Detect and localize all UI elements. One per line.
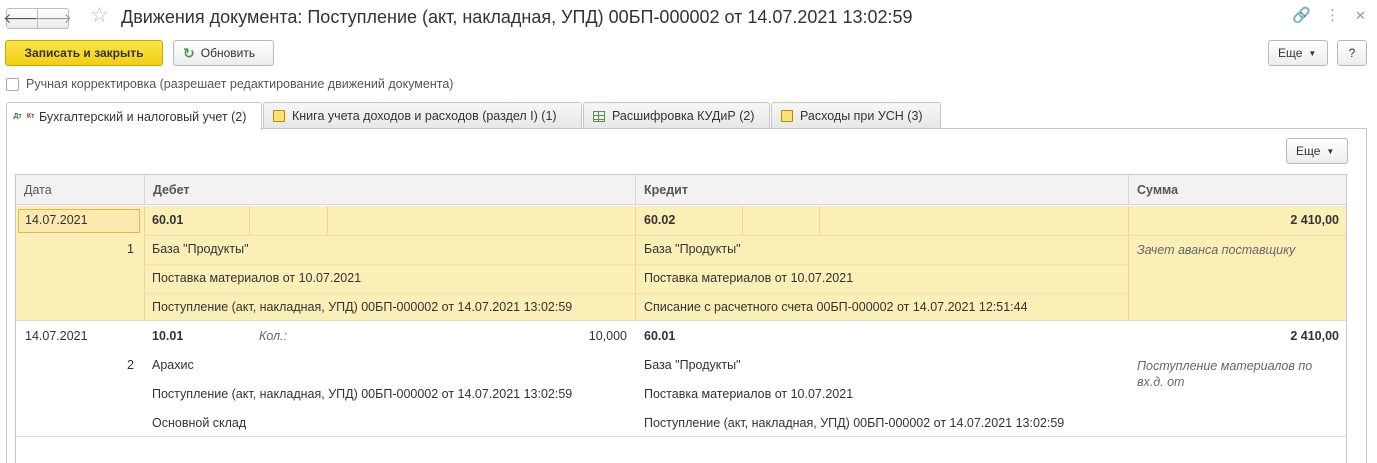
debit-qty: 10,000	[588, 329, 627, 343]
credit-subconto-2: Поставка материалов от 10.07.2021	[644, 271, 854, 285]
link-icon[interactable]: 🔗	[1292, 7, 1311, 25]
window-title: Движения документа: Поступление (акт, на…	[121, 7, 913, 27]
debit-subconto-1: База "Продукты"	[152, 242, 249, 256]
debit-account: 10.01	[152, 329, 184, 343]
manual-correction-checkbox[interactable]	[6, 77, 19, 91]
register-icon	[273, 110, 285, 122]
debit-subconto-2: Поставка материалов от 10.07.2021	[152, 271, 362, 285]
more-menu-icon[interactable]: ⋮	[1325, 7, 1340, 25]
help-button[interactable]: ?	[1337, 40, 1367, 66]
credit-account: 60.02	[644, 213, 676, 227]
refresh-label: Обновить	[200, 46, 256, 60]
credit-subconto-2: Поставка материалов от 10.07.2021	[644, 387, 854, 401]
forward-button[interactable]: 🡒	[34, 8, 72, 29]
register-icon	[781, 110, 793, 122]
command-bar: Записать и закрыть ↻ Обновить Еще ▼ ?	[0, 40, 1377, 68]
column-credit[interactable]: Кредит	[635, 175, 1128, 205]
debit-subconto-2: Поступление (акт, накладная, УПД) 00БП-0…	[152, 387, 573, 401]
tab-kudir-details[interactable]: Расшифровка КУДиР (2)	[583, 102, 770, 129]
title-bar: 🡐 🡒 ☆ Движения документа: Поступление (а…	[0, 0, 1377, 36]
save-and-close-button[interactable]: Записать и закрыть	[5, 40, 163, 66]
grid-more-button[interactable]: Еще ▼	[1286, 138, 1348, 164]
debit-subconto-3: Поступление (акт, накладная, УПД) 00БП-0…	[152, 300, 573, 314]
manual-correction-row[interactable]: Ручная корректировка (разрешает редактир…	[6, 77, 453, 91]
favorite-star-icon[interactable]: ☆	[90, 5, 109, 27]
table-row[interactable]: 14.07.2021 1 60.01 База "Продукты" Поста…	[16, 206, 1346, 321]
table-icon	[593, 110, 605, 122]
more-label: Еще	[1296, 144, 1321, 158]
debit-subconto-1: Арахис	[152, 358, 194, 372]
table-row[interactable]: 14.07.2021 2 10.01 Кол.: 10,000 Арахис П…	[16, 322, 1346, 437]
tab-label: Расшифровка КУДиР (2)	[612, 109, 755, 123]
tab-label: Расходы при УСН (3)	[800, 109, 923, 123]
manual-correction-label: Ручная корректировка (разрешает редактир…	[26, 77, 454, 91]
row-amount: 2 410,00	[1290, 329, 1339, 343]
dt-kt-icon: Дт Кт	[13, 113, 35, 120]
column-amount[interactable]: Сумма	[1128, 175, 1346, 205]
debit-account: 60.01	[152, 213, 184, 227]
refresh-icon: ↻	[183, 44, 195, 61]
more-button[interactable]: Еще ▼	[1268, 40, 1328, 66]
row-number: 2	[127, 358, 134, 372]
tab-label: Бухгалтерский и налоговый учет (2)	[39, 109, 247, 124]
more-label: Еще	[1278, 46, 1303, 60]
column-date[interactable]: Дата	[16, 175, 144, 205]
credit-subconto-1: База "Продукты"	[644, 358, 741, 372]
debit-subconto-3: Основной склад	[152, 416, 247, 430]
tab-label: Книга учета доходов и расходов (раздел I…	[292, 109, 557, 123]
refresh-button[interactable]: ↻ Обновить	[173, 40, 274, 66]
close-icon[interactable]: ✕	[1355, 7, 1366, 25]
debit-qty-label: Кол.:	[259, 329, 288, 343]
row-content: Зачет аванса поставщику	[1137, 243, 1296, 257]
chevron-down-icon: ▼	[1308, 48, 1317, 58]
arrow-right-icon: 🡒	[34, 10, 72, 26]
credit-subconto-3: Поступление (акт, накладная, УПД) 00БП-0…	[644, 416, 1065, 430]
tab-usn-expenses[interactable]: Расходы при УСН (3)	[771, 102, 941, 129]
row-amount: 2 410,00	[1290, 213, 1339, 227]
back-button[interactable]: 🡐	[3, 8, 41, 29]
tab-kudir[interactable]: Книга учета доходов и расходов (раздел I…	[263, 102, 582, 129]
credit-account: 60.01	[644, 329, 676, 343]
credit-subconto-1: База "Продукты"	[644, 242, 741, 256]
row-date: 14.07.2021	[25, 213, 88, 227]
credit-subconto-3: Списание с расчетного счета 00БП-000002 …	[644, 300, 1028, 314]
row-date: 14.07.2021	[25, 329, 88, 343]
tab-accounting[interactable]: Дт Кт Бухгалтерский и налоговый учет (2)	[6, 102, 262, 130]
row-content: Поступление материалов по вх.д. от	[1137, 359, 1313, 389]
grid-header: Дата Дебет Кредит Сумма	[16, 175, 1346, 205]
row-number: 1	[127, 242, 134, 256]
movements-grid: Дата Дебет Кредит Сумма 14.07.2021 1 60.…	[15, 174, 1347, 463]
chevron-down-icon: ▼	[1326, 146, 1335, 156]
column-debit[interactable]: Дебет	[144, 175, 635, 205]
